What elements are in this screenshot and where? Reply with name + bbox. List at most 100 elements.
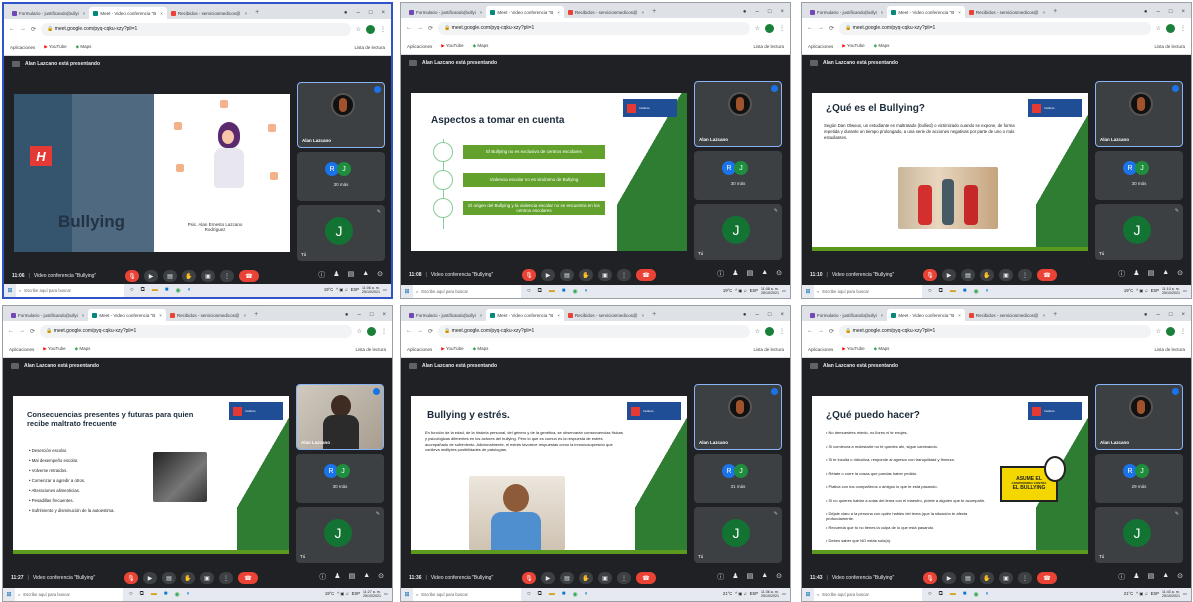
more-options-button[interactable]: ⋮ xyxy=(617,572,631,584)
info-icon[interactable]: ⓘ xyxy=(1118,572,1125,582)
activities-icon[interactable]: ▲ xyxy=(761,572,768,582)
edge-icon[interactable]: ◐ xyxy=(188,287,192,294)
raise-hand-button[interactable]: ✋ xyxy=(980,269,994,281)
activities-icon[interactable]: ▲ xyxy=(363,572,370,582)
mic-toggle-button[interactable]: 🎙 xyxy=(125,270,139,282)
participant-tile-self[interactable]: ✎ J Tú xyxy=(297,205,385,261)
notifications-icon[interactable]: ▭ xyxy=(384,591,388,598)
tab-meet[interactable]: Meet - Video conferencia "B × xyxy=(486,6,564,18)
activities-icon[interactable]: ▲ xyxy=(1162,269,1169,279)
tab-forms[interactable]: Formulario - justificando(bullyi × xyxy=(405,6,486,18)
tab-forms[interactable]: Formulario - justificando(bullyi × xyxy=(8,7,89,19)
raise-hand-button[interactable]: ✋ xyxy=(579,572,593,584)
tab-meet[interactable]: Meet - Video conferencia "B × xyxy=(89,7,167,19)
captions-button[interactable]: ▤ xyxy=(560,572,574,584)
participant-tile-speaker[interactable]: Alan Lazcano xyxy=(297,82,385,148)
task-view-icon[interactable]: ⧉ xyxy=(538,591,542,598)
profile-avatar[interactable] xyxy=(765,23,774,33)
people-icon[interactable]: ♟ xyxy=(333,270,339,280)
taskbar-search-input[interactable]: ⌕ Escribe aquí para buscar xyxy=(814,285,922,298)
maximize-icon[interactable]: □ xyxy=(369,10,373,16)
tray-icons[interactable]: ^ ▣ ♫ xyxy=(735,591,746,598)
info-icon[interactable]: ⓘ xyxy=(318,270,325,280)
menu-dots-icon[interactable]: ⋮ xyxy=(381,328,387,335)
taskbar-search-input[interactable]: ⌕ Escribe aquí para buscar xyxy=(16,284,124,297)
tab-gmail[interactable]: Recibidos - serviciosmedicos@ × xyxy=(564,309,648,321)
reading-list[interactable]: Lista de lectura xyxy=(354,45,385,50)
windows-start-icon[interactable]: ⊞ xyxy=(3,588,15,601)
end-call-button[interactable]: ☎ xyxy=(1037,269,1057,281)
profile-dot-icon[interactable]: ● xyxy=(345,312,349,318)
windows-start-icon[interactable]: ⊞ xyxy=(4,284,16,297)
notifications-icon[interactable]: ▭ xyxy=(383,287,387,294)
mic-toggle-button[interactable]: 🎙 xyxy=(522,269,536,281)
cortana-icon[interactable]: ○ xyxy=(527,591,531,598)
end-call-button[interactable]: ☎ xyxy=(238,572,258,584)
people-icon[interactable]: ♟ xyxy=(334,572,340,582)
notifications-icon[interactable]: ▭ xyxy=(782,288,786,295)
star-icon[interactable]: ☆ xyxy=(1156,328,1161,335)
maximize-icon[interactable]: □ xyxy=(768,9,772,15)
close-icon[interactable]: × xyxy=(1042,10,1045,15)
chat-icon[interactable]: ▤ xyxy=(1148,269,1155,279)
forward-icon[interactable]: → xyxy=(818,328,824,334)
back-icon[interactable]: ← xyxy=(406,328,412,334)
task-view-icon[interactable]: ⧉ xyxy=(538,288,542,295)
chat-icon[interactable]: ▤ xyxy=(349,572,356,582)
tab-meet[interactable]: Meet - Video conferencia "B × xyxy=(486,309,564,321)
end-call-button[interactable]: ☎ xyxy=(636,269,656,281)
clock[interactable]: 11:08 a. m. 25/10/2021 xyxy=(761,287,779,295)
tab-forms[interactable]: Formulario - justificando(bullyi × xyxy=(7,309,88,321)
reading-list[interactable]: Lista de lectura xyxy=(753,347,784,352)
participant-tile-speaker[interactable]: Alan Lazcano xyxy=(1095,81,1183,147)
reload-icon[interactable]: ⟳ xyxy=(31,26,36,33)
forward-icon[interactable]: → xyxy=(818,25,824,31)
host-controls-icon[interactable]: ⊙ xyxy=(377,270,383,280)
menu-dots-icon[interactable]: ⋮ xyxy=(779,328,785,335)
clock[interactable]: 11:27 a. m. 25/10/2021 xyxy=(363,590,381,598)
host-controls-icon[interactable]: ⊙ xyxy=(1177,572,1183,582)
edge-icon[interactable]: ◐ xyxy=(585,591,589,598)
bookmark-maps[interactable]: ◆ Maps xyxy=(874,346,890,352)
menu-dots-icon[interactable]: ⋮ xyxy=(380,26,386,33)
bookmark-apps[interactable]: Aplicaciones xyxy=(808,44,833,49)
close-icon[interactable]: × xyxy=(557,10,560,15)
profile-avatar[interactable] xyxy=(1166,23,1175,33)
minimize-icon[interactable]: – xyxy=(1157,312,1160,318)
file-explorer-icon[interactable]: ▬ xyxy=(950,591,956,598)
store-icon[interactable]: ■ xyxy=(164,591,168,598)
chat-icon[interactable]: ▤ xyxy=(1148,572,1155,582)
reload-icon[interactable]: ⟳ xyxy=(829,25,834,32)
activities-icon[interactable]: ▲ xyxy=(761,269,768,279)
file-explorer-icon[interactable]: ▬ xyxy=(950,288,956,295)
chrome-icon[interactable]: ◉ xyxy=(573,288,578,295)
tab-gmail[interactable]: Recibidos - serviciosmedicos@ × xyxy=(564,6,648,18)
maximize-icon[interactable]: □ xyxy=(370,312,374,318)
cortana-icon[interactable]: ○ xyxy=(527,288,531,295)
bookmark-youtube[interactable]: ▶ YouTube xyxy=(441,346,463,352)
notifications-icon[interactable]: ▭ xyxy=(1183,288,1187,295)
clock[interactable]: 11:10 a. m. 25/10/2021 xyxy=(1162,287,1180,295)
star-icon[interactable]: ☆ xyxy=(755,328,760,335)
minimize-icon[interactable]: – xyxy=(358,312,361,318)
camera-toggle-button[interactable]: ▶ xyxy=(942,269,956,281)
close-window-icon[interactable]: × xyxy=(381,10,385,16)
bookmark-maps[interactable]: ◆ Maps xyxy=(473,43,489,49)
bookmark-apps[interactable]: Aplicaciones xyxy=(407,44,432,49)
profile-dot-icon[interactable]: ● xyxy=(1144,9,1148,15)
more-options-button[interactable]: ⋮ xyxy=(1018,269,1032,281)
task-view-icon[interactable]: ⧉ xyxy=(939,591,943,598)
raise-hand-button[interactable]: ✋ xyxy=(181,572,195,584)
back-icon[interactable]: ← xyxy=(807,328,813,334)
chrome-icon[interactable]: ◉ xyxy=(974,591,979,598)
close-window-icon[interactable]: × xyxy=(382,312,386,318)
chrome-icon[interactable]: ◉ xyxy=(175,591,180,598)
captions-button[interactable]: ▤ xyxy=(163,270,177,282)
participant-tile-others[interactable]: RJ 30 más xyxy=(296,454,384,503)
store-icon[interactable]: ■ xyxy=(165,287,169,294)
present-button[interactable]: ▣ xyxy=(999,269,1013,281)
profile-dot-icon[interactable]: ● xyxy=(344,10,348,16)
raise-hand-button[interactable]: ✋ xyxy=(579,269,593,281)
close-window-icon[interactable]: × xyxy=(780,9,784,15)
participant-tile-others[interactable]: RJ 30 más xyxy=(297,152,385,201)
